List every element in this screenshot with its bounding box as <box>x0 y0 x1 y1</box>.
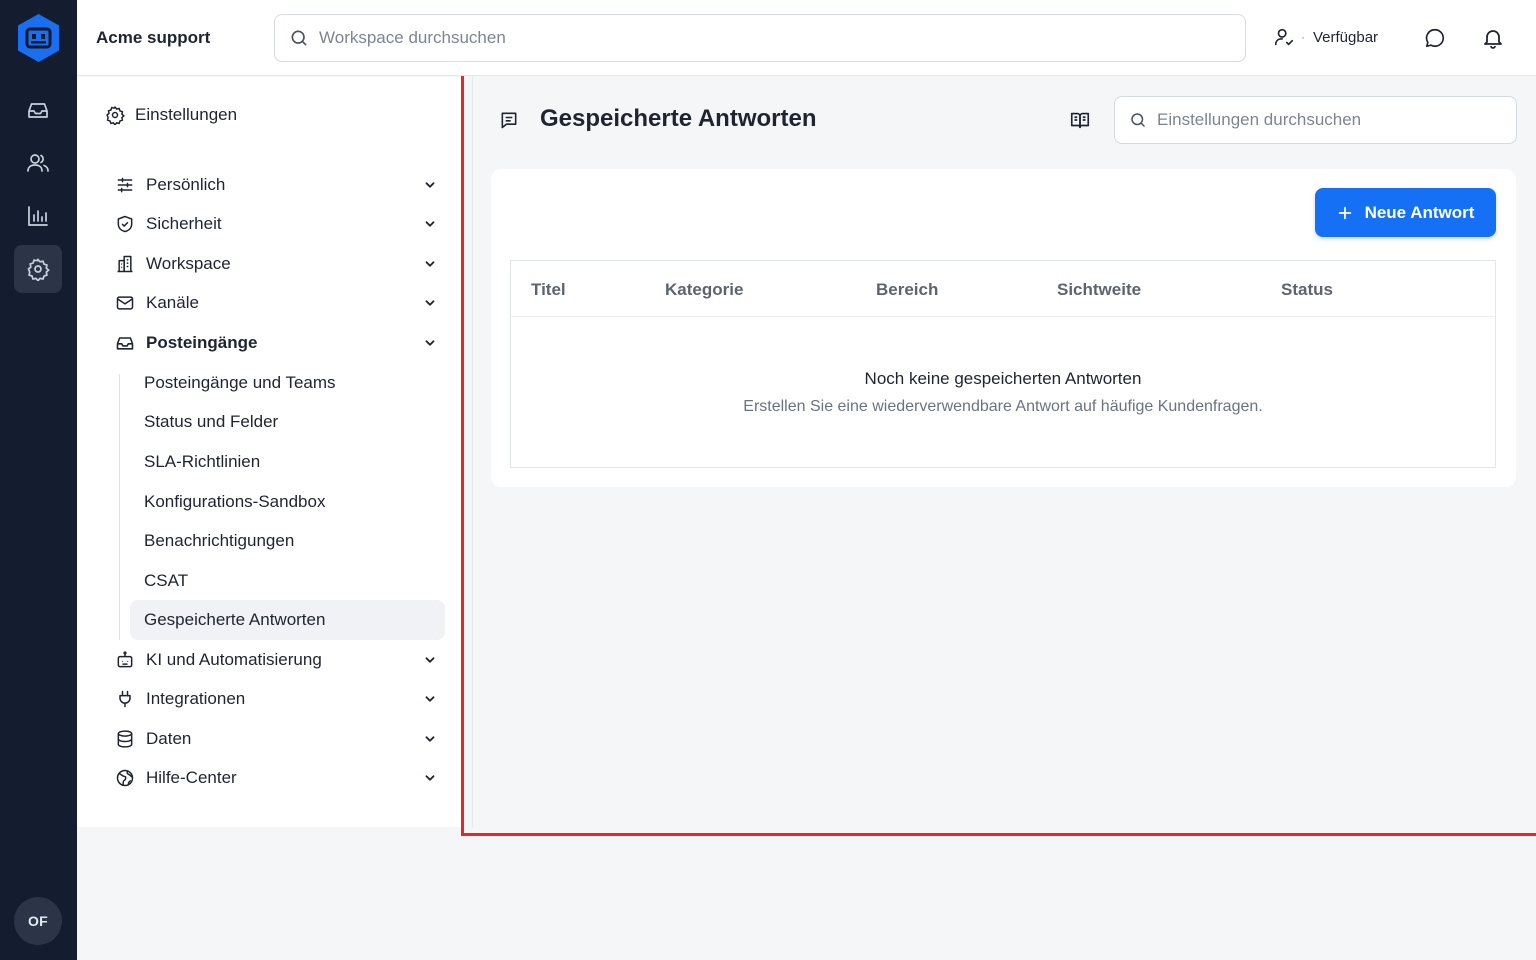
nav-section-daten[interactable]: Daten <box>115 722 437 756</box>
column-header-status[interactable]: Status <box>1281 280 1333 300</box>
nav-section-label: Integrationen <box>146 689 246 708</box>
sub-item-label: Konfigurations-Sandbox <box>144 492 326 511</box>
presence-separator: · <box>1301 30 1305 44</box>
chevron-down-icon <box>423 692 437 706</box>
settings-gear-icon <box>105 105 125 125</box>
inbox-icon <box>115 333 135 353</box>
building-icon <box>115 254 135 274</box>
workspace-search[interactable] <box>274 14 1246 62</box>
saved-replies-table: Titel Kategorie Bereich Sichtweite Statu… <box>510 260 1496 468</box>
user-avatar[interactable]: OF <box>14 897 62 945</box>
mail-icon <box>115 293 135 313</box>
sub-item-label: SLA-Richtlinien <box>144 452 261 471</box>
presence-label: Verfügbar <box>1313 28 1379 46</box>
sub-item-label: Gespeicherte Antworten <box>144 610 326 629</box>
nav-section-posteingaenge[interactable]: Posteingänge <box>115 326 437 360</box>
chevron-down-icon <box>423 178 437 192</box>
settings-icon <box>26 257 50 281</box>
robot-icon <box>115 650 135 670</box>
presence-status-button[interactable]: · Verfügbar <box>1273 26 1378 48</box>
settings-search[interactable] <box>1114 96 1517 144</box>
search-icon <box>1129 111 1147 129</box>
chevron-down-icon <box>423 653 437 667</box>
settings-heading-label: Einstellungen <box>135 105 238 124</box>
app-rail: OF <box>0 0 77 960</box>
search-icon <box>289 28 309 48</box>
shield-icon <box>115 214 135 234</box>
settings-search-input[interactable] <box>1157 110 1497 130</box>
table-header: Titel Kategorie Bereich Sichtweite Statu… <box>511 261 1495 317</box>
submenu-guide-line <box>119 374 120 640</box>
nav-section-ki-automatisierung[interactable]: KI und Automatisierung <box>115 643 437 677</box>
nav-section-persoenlich[interactable]: Persönlich <box>115 168 437 202</box>
nav-section-hilfe-center[interactable]: Hilfe-Center <box>115 761 437 795</box>
workspace-name[interactable]: Acme support <box>96 28 210 48</box>
saved-replies-icon <box>499 110 519 130</box>
nav-section-label: Posteingänge <box>146 333 258 352</box>
rail-reports-button[interactable] <box>14 192 62 240</box>
sub-item-posteingaenge-teams[interactable]: Posteingänge und Teams <box>130 363 445 403</box>
column-header-titel[interactable]: Titel <box>531 280 566 300</box>
plug-icon <box>115 689 135 709</box>
rail-settings-button[interactable] <box>14 245 62 293</box>
nav-section-sicherheit[interactable]: Sicherheit <box>115 207 437 241</box>
chevron-down-icon <box>423 336 437 350</box>
new-reply-button[interactable]: Neue Antwort <box>1315 188 1496 237</box>
nav-section-label: Kanäle <box>146 293 199 312</box>
nav-section-label: Sicherheit <box>146 214 222 233</box>
empty-state-subtitle: Erstellen Sie eine wiederverwendbare Ant… <box>743 398 1263 415</box>
empty-state-title: Noch keine gespeicherten Antworten <box>864 369 1142 388</box>
column-header-sichtweite[interactable]: Sichtweite <box>1057 280 1141 300</box>
top-bar: Acme support · Verfügbar <box>77 0 1536 76</box>
nav-section-label: Workspace <box>146 254 231 273</box>
sub-item-gespeicherte-antworten[interactable]: Gespeicherte Antworten <box>130 600 445 640</box>
sub-item-konfigurations-sandbox[interactable]: Konfigurations-Sandbox <box>130 482 445 522</box>
workspace-search-input[interactable] <box>319 28 1119 48</box>
plus-icon <box>1337 205 1353 221</box>
new-reply-button-label: Neue Antwort <box>1364 202 1475 222</box>
bell-icon[interactable] <box>1480 25 1506 51</box>
rail-inbox-button[interactable] <box>14 86 62 134</box>
sub-item-label: Posteingänge und Teams <box>144 373 336 392</box>
inbox-icon <box>26 98 50 122</box>
chevron-down-icon <box>423 257 437 271</box>
nav-section-label: KI und Automatisierung <box>146 650 322 669</box>
nav-section-label: Persönlich <box>146 175 226 194</box>
sub-item-status-felder[interactable]: Status und Felder <box>130 402 445 442</box>
sliders-icon <box>115 175 135 195</box>
settings-sidebar: Einstellungen Persönlich Sicherheit Work… <box>77 77 461 827</box>
column-header-kategorie[interactable]: Kategorie <box>665 280 743 300</box>
chat-icon[interactable] <box>1422 25 1448 51</box>
column-header-bereich[interactable]: Bereich <box>876 280 938 300</box>
sub-item-label: CSAT <box>144 571 189 590</box>
chevron-down-icon <box>423 732 437 746</box>
page-title: Gespeicherte Antworten <box>540 105 817 132</box>
book-open-icon[interactable] <box>1069 109 1091 131</box>
sub-item-sla-richtlinien[interactable]: SLA-Richtlinien <box>130 442 445 482</box>
app-logo-icon[interactable] <box>16 13 61 63</box>
sub-item-label: Benachrichtigungen <box>144 531 295 550</box>
globe-icon <box>115 768 135 788</box>
sub-item-csat[interactable]: CSAT <box>130 561 445 601</box>
contacts-icon <box>26 151 50 175</box>
rail-contacts-button[interactable] <box>14 139 62 187</box>
settings-heading: Einstellungen <box>105 105 237 125</box>
nav-section-integrationen[interactable]: Integrationen <box>115 682 437 716</box>
database-icon <box>115 729 135 749</box>
nav-section-kanaele[interactable]: Kanäle <box>115 286 437 320</box>
sub-item-benachrichtigungen[interactable]: Benachrichtigungen <box>130 521 445 561</box>
nav-section-label: Hilfe-Center <box>146 768 237 787</box>
reports-icon <box>26 204 50 228</box>
nav-section-workspace[interactable]: Workspace <box>115 247 437 281</box>
chevron-down-icon <box>423 771 437 785</box>
user-status-icon <box>1273 26 1295 48</box>
chevron-down-icon <box>423 296 437 310</box>
nav-section-label: Daten <box>146 729 192 748</box>
sub-item-label: Status und Felder <box>144 412 279 431</box>
chevron-down-icon <box>423 217 437 231</box>
